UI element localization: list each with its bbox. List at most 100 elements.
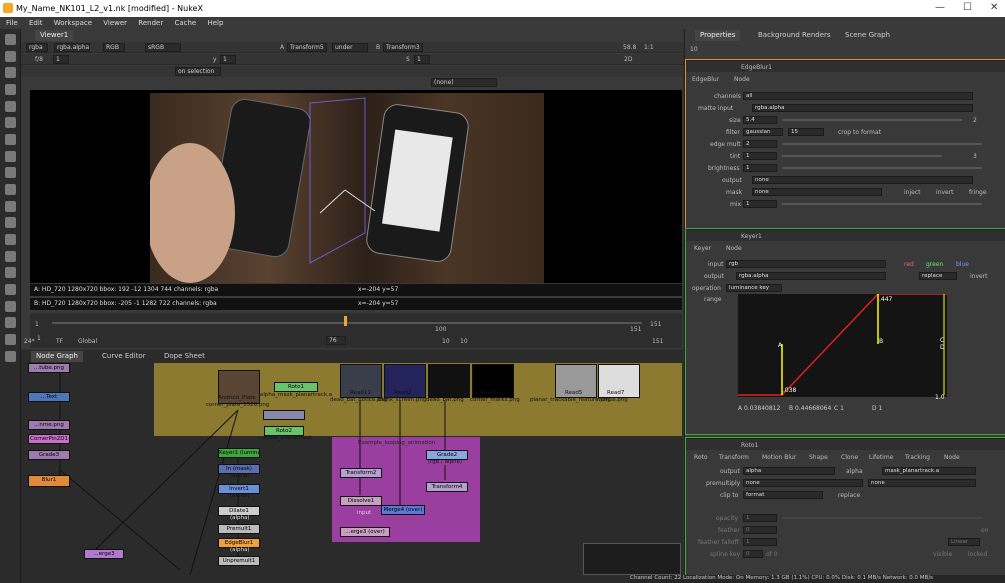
output-select[interactable]: none <box>752 176 973 184</box>
alpha-channel-select[interactable]: rgba.alpha <box>54 43 90 52</box>
maximize-button[interactable]: ☐ <box>963 2 972 13</box>
feather-falloff-field[interactable]: 1 <box>743 538 777 546</box>
roto-alpha-checkbox[interactable]: alpha <box>846 468 863 475</box>
current-frame-field[interactable]: 76 <box>326 336 346 345</box>
tab-roto-lifetime[interactable]: Lifetime <box>869 454 893 461</box>
input-select[interactable]: rgb <box>726 260 886 268</box>
green-checkbox[interactable]: green <box>926 261 943 268</box>
edge-mult-slider[interactable] <box>782 143 982 145</box>
tab-edgeblur[interactable]: EdgeBlur <box>692 76 719 83</box>
ocula-nodes-icon[interactable] <box>5 317 16 328</box>
node-transform2[interactable]: Transform2 <box>340 468 382 478</box>
red-checkbox[interactable]: red <box>904 261 914 268</box>
toolsets-icon[interactable] <box>5 267 16 278</box>
range-c-marker[interactable]: C <box>940 337 944 344</box>
brightness-field[interactable]: 1 <box>743 164 777 172</box>
matte-input-select[interactable]: rgba.alpha <box>752 104 973 112</box>
tab-roto-tracking[interactable]: Tracking <box>905 454 930 461</box>
saturation-field[interactable]: 1 <box>414 55 430 64</box>
node-grade3[interactable]: Grade3 <box>28 450 70 460</box>
mix-slider[interactable] <box>782 203 982 205</box>
falloff-mode-select[interactable]: Linear <box>948 538 980 546</box>
minimize-button[interactable]: — <box>935 2 945 13</box>
feather-on-checkbox[interactable]: on <box>981 527 988 534</box>
draw-nodes-icon[interactable] <box>5 51 16 62</box>
deep-nodes-icon[interactable] <box>5 217 16 228</box>
tab-keyer-node[interactable]: Node <box>726 245 742 252</box>
menu-help[interactable]: Help <box>207 19 223 27</box>
tab-roto-motion-blur[interactable]: Motion Blur <box>762 454 796 461</box>
range-d-marker[interactable]: D <box>940 344 945 351</box>
node-roto1[interactable]: Roto1 <box>274 382 318 392</box>
premultiply-select-2[interactable]: none <box>868 479 976 487</box>
menu-file[interactable]: File <box>6 19 18 27</box>
tab-background-renders[interactable]: Background Renders <box>753 30 836 41</box>
replace-select[interactable]: replace <box>919 272 957 280</box>
menu-viewer[interactable]: Viewer <box>103 19 127 27</box>
size-slider[interactable] <box>782 119 962 121</box>
close-button[interactable]: ✕ <box>990 2 998 13</box>
merge-nodes-icon[interactable] <box>5 151 16 162</box>
views-nodes-icon[interactable] <box>5 234 16 245</box>
spline-key-field[interactable]: 0 <box>743 550 763 558</box>
tab-edgeblur-node[interactable]: Node <box>734 76 750 83</box>
keyer-nodes-icon[interactable] <box>5 134 16 145</box>
locked-checkbox[interactable]: locked <box>968 551 987 558</box>
tab-roto-clone[interactable]: Clone <box>841 454 858 461</box>
keyer-invert-checkbox[interactable]: invert <box>970 273 988 280</box>
channels-select[interactable]: all <box>743 92 973 100</box>
node-unpremult1[interactable]: Unpremult1 <box>218 556 260 566</box>
tab-scene-graph[interactable]: Scene Graph <box>840 30 895 41</box>
node-merge3[interactable]: ...erge3 (over) <box>340 527 390 537</box>
clip-to-select[interactable]: format <box>743 491 823 499</box>
fringe-checkbox[interactable]: fringe <box>969 189 987 196</box>
global-select[interactable]: Global <box>78 338 97 345</box>
colorspace-select[interactable]: sRGB <box>145 43 181 52</box>
node-merge4[interactable]: Merge4 (over) <box>381 505 425 515</box>
gamma-field[interactable]: 1 <box>220 55 236 64</box>
range-b-value[interactable]: B 0.44668064 <box>789 405 831 412</box>
mask-select[interactable]: none <box>752 188 882 196</box>
size-field[interactable]: 5.4 <box>743 116 777 124</box>
premultiply-select[interactable]: none <box>743 479 863 487</box>
tf-select[interactable]: TF <box>56 338 63 345</box>
range-a-marker[interactable]: A <box>778 342 782 349</box>
node-cornerpin[interactable]: CornerPin2D1 <box>28 434 70 444</box>
crop-to-format-checkbox[interactable]: crop to format <box>838 129 881 136</box>
frame-increment[interactable]: 10 <box>442 338 450 345</box>
range-d-value[interactable]: D 1 <box>872 405 882 412</box>
node-xform[interactable] <box>263 410 305 420</box>
3d-nodes-icon[interactable] <box>5 184 16 195</box>
menu-render[interactable]: Render <box>138 19 163 27</box>
fstop-value[interactable]: f/8 <box>35 56 43 63</box>
brightness-slider[interactable] <box>782 167 982 169</box>
view-mode[interactable]: 2D <box>624 56 632 63</box>
end-frame-field[interactable]: 151 <box>652 338 663 345</box>
keyer-range-graph[interactable]: .447 .038 1.0 A B C D <box>738 293 947 401</box>
node-premult1[interactable]: Premult1 <box>218 524 260 534</box>
other-nodes-icon[interactable] <box>5 284 16 295</box>
display-rgb-select[interactable]: RGB <box>103 43 125 52</box>
roto-output-select[interactable]: alpha <box>743 467 835 475</box>
node-blur1[interactable]: Blur1 <box>28 475 70 487</box>
tab-roto-shape[interactable]: Shape <box>809 454 828 461</box>
filter-quality-field[interactable]: 15 <box>788 128 824 136</box>
node-merge-low[interactable]: ...erge3 <box>84 549 124 559</box>
mix-field[interactable]: 1 <box>743 200 777 208</box>
fps-select[interactable]: 24* <box>24 338 35 345</box>
edge-mult-field[interactable]: 2 <box>743 140 777 148</box>
node-read-a[interactable]: ...nme.png <box>28 420 70 430</box>
image-nodes-icon[interactable] <box>5 34 16 45</box>
opacity-field[interactable]: 1 <box>743 514 777 522</box>
node-text[interactable]: ...Text <box>28 392 70 402</box>
particles-nodes-icon[interactable] <box>5 201 16 212</box>
pixel-ratio[interactable]: 1:1 <box>644 44 654 51</box>
node-dissolve1[interactable]: Dissolve1 <box>340 496 382 506</box>
wipe-mode-select[interactable]: under <box>332 43 368 52</box>
furnace-nodes-icon[interactable] <box>5 301 16 312</box>
tab-properties[interactable]: Properties <box>695 30 741 41</box>
tab-viewer1[interactable]: Viewer1 <box>35 30 74 41</box>
timeline-track[interactable] <box>52 322 642 324</box>
tint-slider[interactable] <box>782 155 942 157</box>
roto-replace-checkbox[interactable]: replace <box>838 492 860 499</box>
